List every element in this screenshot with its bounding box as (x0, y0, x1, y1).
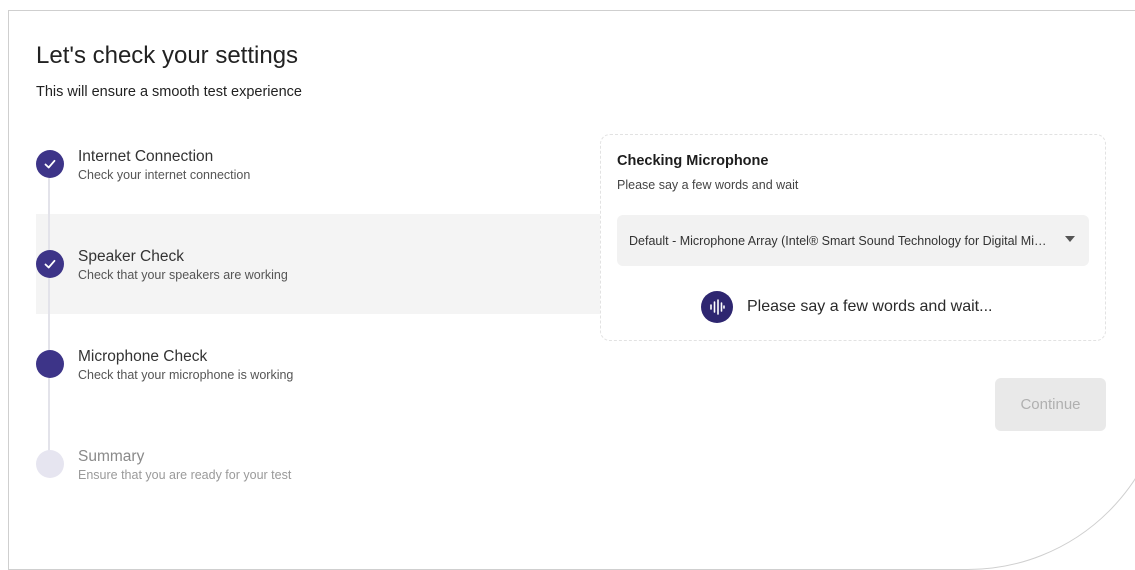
step-description: Check that your speakers are working (78, 268, 288, 282)
step-status-dot (36, 450, 64, 478)
sound-wave-icon (701, 291, 733, 323)
step-status-dot (36, 250, 64, 278)
step-title: Internet Connection (78, 148, 214, 165)
page-title: Let's check your settings (36, 42, 299, 69)
check-icon (44, 259, 56, 269)
step-summary: Summary Ensure that you are ready for yo… (36, 448, 556, 498)
step-description: Check that your microphone is working (78, 368, 294, 382)
page-subtitle: This will ensure a smooth test experienc… (36, 84, 302, 100)
microphone-status: Please say a few words and wait... (701, 291, 992, 323)
selected-device-label: Default - Microphone Array (Intel® Smart… (629, 233, 1049, 248)
step-title: Speaker Check (78, 248, 184, 265)
continue-button[interactable]: Continue (995, 378, 1106, 431)
chevron-down-icon (1065, 236, 1075, 242)
step-title: Microphone Check (78, 348, 208, 365)
step-title: Summary (78, 448, 145, 465)
step-status-dot (36, 150, 64, 178)
step-description: Ensure that you are ready for your test (78, 468, 292, 482)
step-status-dot (36, 350, 64, 378)
card-title: Checking Microphone (617, 153, 769, 169)
microphone-device-select[interactable]: Default - Microphone Array (Intel® Smart… (617, 215, 1089, 266)
step-description: Check your internet connection (78, 168, 251, 182)
microphone-status-text: Please say a few words and wait... (747, 298, 993, 315)
step-speaker-check: Speaker Check Check that your speakers a… (36, 248, 556, 298)
step-internet-connection: Internet Connection Check your internet … (36, 148, 556, 198)
check-icon (44, 159, 56, 169)
card-subtitle: Please say a few words and wait (617, 178, 799, 192)
microphone-check-card: Checking Microphone Please say a few wor… (600, 134, 1106, 341)
step-microphone-check: Microphone Check Check that your microph… (36, 348, 556, 398)
stepper-line (48, 168, 50, 468)
